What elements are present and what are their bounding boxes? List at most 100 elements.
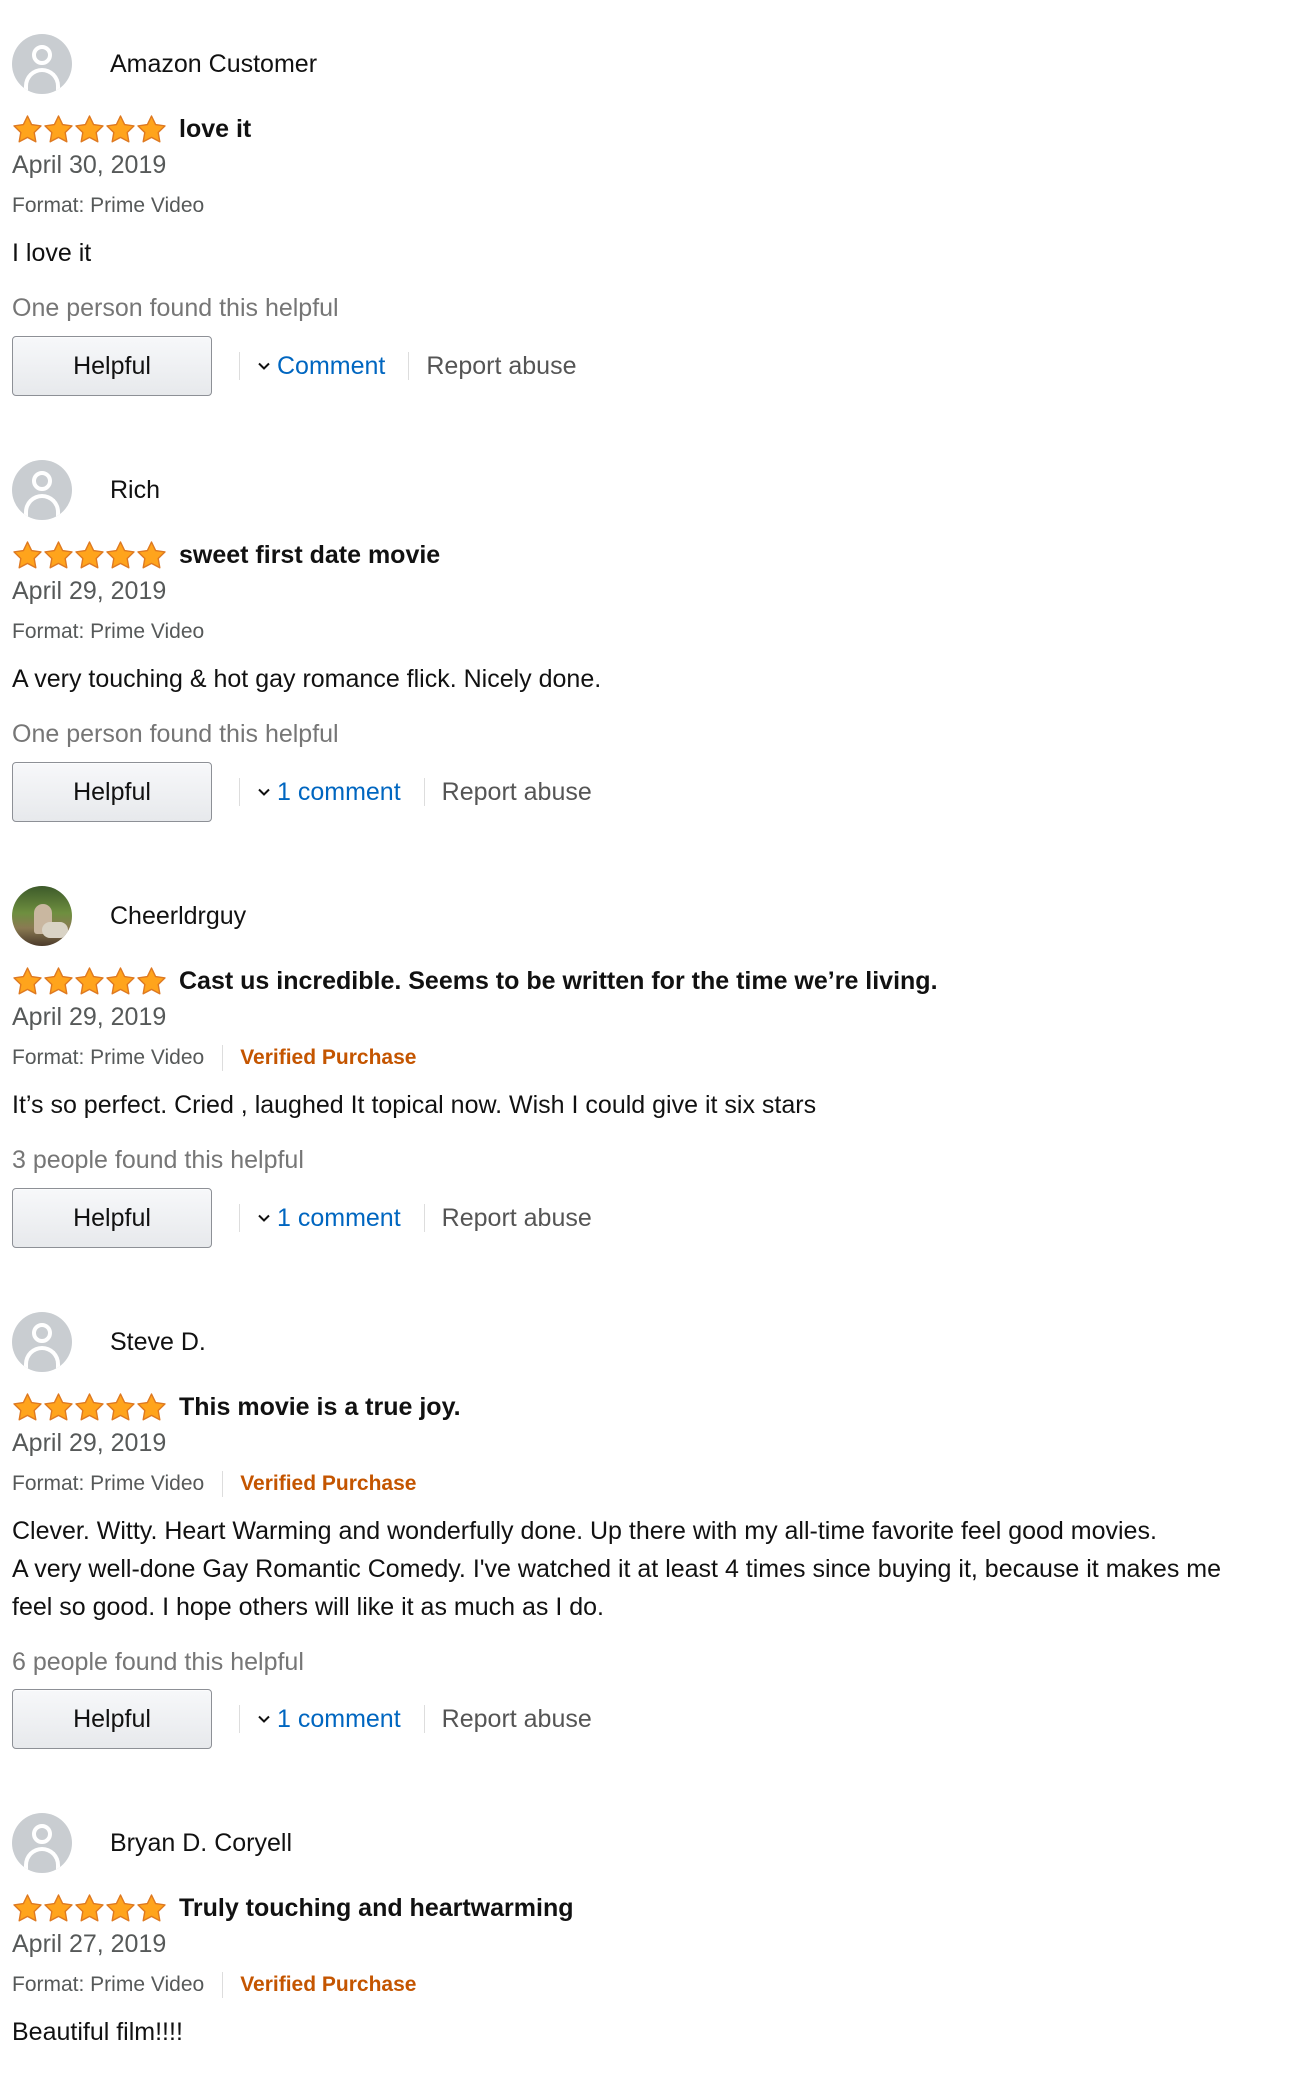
divider	[239, 1705, 240, 1733]
reviewer-profile[interactable]: Rich	[12, 460, 160, 520]
review-item: Amazon Customer love it April 30, 2019 F…	[12, 0, 1302, 426]
star-icon	[44, 967, 73, 995]
star-rating[interactable]	[12, 114, 167, 144]
reviewer-profile[interactable]: Amazon Customer	[12, 34, 317, 94]
helpful-button[interactable]: Helpful	[12, 1689, 212, 1749]
star-icon	[44, 1894, 73, 1922]
reviewer-profile[interactable]: Bryan D. Coryell	[12, 1813, 292, 1873]
format-label[interactable]: Format: Prime Video	[12, 194, 204, 218]
star-rating[interactable]	[12, 1893, 167, 1923]
review-body: Clever. Witty. Heart Warming and wonderf…	[12, 1512, 1297, 1626]
review-title-row: Truly touching and heartwarming	[12, 1893, 573, 1923]
star-icon	[13, 541, 42, 569]
reviewer-name[interactable]: Rich	[110, 476, 160, 505]
review-date: April 29, 2019	[12, 1003, 167, 1031]
helpful-count: One person found this helpful	[12, 720, 339, 748]
report-abuse-link[interactable]: Report abuse	[442, 1705, 592, 1734]
review-title[interactable]: This movie is a true joy.	[179, 1393, 461, 1422]
user-silhouette-icon	[32, 1824, 52, 1844]
reviewer-profile[interactable]: Steve D.	[12, 1312, 206, 1372]
chevron-down-icon	[258, 1214, 270, 1222]
star-icon	[106, 1393, 135, 1421]
format-label[interactable]: Format: Prime Video	[12, 1973, 204, 1997]
star-icon	[106, 1894, 135, 1922]
comment-link[interactable]: 1 comment	[257, 1705, 401, 1734]
avatar-photo	[12, 886, 72, 946]
divider	[423, 778, 425, 806]
review-actions: Helpful 1 comment Report abuse	[12, 761, 592, 823]
review-body-line: feel so good. I hope others will like it…	[12, 1593, 604, 1621]
reviewer-name[interactable]: Bryan D. Coryell	[110, 1829, 292, 1858]
comment-link[interactable]: 1 comment	[257, 1204, 401, 1233]
review-date: April 29, 2019	[12, 1429, 167, 1457]
review-title-row: Cast us incredible. Seems to be written …	[12, 966, 938, 996]
comment-label[interactable]: 1 comment	[277, 1204, 401, 1233]
review-date: April 27, 2019	[12, 1930, 167, 1958]
review-title-row: sweet first date movie	[12, 540, 440, 570]
star-icon	[75, 967, 104, 995]
review-date: April 30, 2019	[12, 151, 167, 179]
format-label[interactable]: Format: Prime Video	[12, 1472, 204, 1496]
star-icon	[137, 1894, 166, 1922]
report-abuse-link[interactable]: Report abuse	[442, 778, 592, 807]
report-abuse-link[interactable]: Report abuse	[426, 352, 576, 381]
review-title[interactable]: sweet first date movie	[179, 541, 440, 570]
format-row: Format: Prime Video Verified Purchase	[12, 1044, 416, 1072]
star-icon	[44, 1393, 73, 1421]
star-rating[interactable]	[12, 540, 167, 570]
review-title[interactable]: Truly touching and heartwarming	[179, 1894, 573, 1923]
star-icon	[106, 115, 135, 143]
review-body: A very touching & hot gay romance flick.…	[12, 660, 1297, 698]
user-silhouette-icon	[32, 471, 52, 491]
star-icon	[137, 541, 166, 569]
review-title-row: This movie is a true joy.	[12, 1392, 461, 1422]
chevron-down-icon	[258, 1715, 270, 1723]
divider	[239, 352, 240, 380]
star-icon	[106, 541, 135, 569]
helpful-button[interactable]: Helpful	[12, 762, 212, 822]
reviewer-name[interactable]: Amazon Customer	[110, 50, 317, 79]
avatar	[12, 34, 72, 94]
star-icon	[75, 1894, 104, 1922]
star-icon	[13, 115, 42, 143]
reviewer-profile[interactable]: Cheerldrguy	[12, 886, 246, 946]
divider	[239, 778, 240, 806]
star-icon	[13, 1393, 42, 1421]
review-date: April 29, 2019	[12, 577, 167, 605]
star-icon	[44, 541, 73, 569]
comment-link[interactable]: 1 comment	[257, 778, 401, 807]
review-body-line: A very touching & hot gay romance flick.…	[12, 665, 602, 693]
reviewer-name[interactable]: Cheerldrguy	[110, 902, 246, 931]
review-item: Bryan D. Coryell Truly touching and hear…	[12, 1779, 1302, 2080]
verified-purchase-badge: Verified Purchase	[240, 1472, 417, 1495]
format-label[interactable]: Format: Prime Video	[12, 620, 204, 644]
comment-label[interactable]: 1 comment	[277, 1705, 401, 1734]
format-row: Format: Prime Video	[12, 192, 204, 220]
format-label[interactable]: Format: Prime Video	[12, 1046, 204, 1070]
review-title[interactable]: Cast us incredible. Seems to be written …	[179, 967, 938, 996]
star-icon	[106, 967, 135, 995]
review-body: Beautiful film!!!!	[12, 2013, 1297, 2051]
helpful-button[interactable]: Helpful	[12, 1188, 212, 1248]
review-body-line: Beautiful film!!!!	[12, 2018, 183, 2046]
comment-label[interactable]: Comment	[277, 352, 385, 381]
review-body-line: A very well-done Gay Romantic Comedy. I'…	[12, 1555, 1222, 1583]
review-body-line: I love it	[12, 239, 92, 267]
reviewer-name[interactable]: Steve D.	[110, 1328, 206, 1357]
review-title[interactable]: love it	[179, 115, 251, 144]
format-row: Format: Prime Video Verified Purchase	[12, 1470, 416, 1498]
report-abuse-link[interactable]: Report abuse	[442, 1204, 592, 1233]
star-rating[interactable]	[12, 966, 167, 996]
star-icon	[75, 541, 104, 569]
chevron-down-icon	[258, 362, 270, 370]
helpful-button[interactable]: Helpful	[12, 336, 212, 396]
star-icon	[137, 115, 166, 143]
review-item: Cheerldrguy Cast us incredible. Seems to…	[12, 852, 1302, 1278]
comment-link[interactable]: Comment	[257, 352, 385, 381]
star-rating[interactable]	[12, 1392, 167, 1422]
user-silhouette-icon	[32, 1323, 52, 1343]
helpful-count: One person found this helpful	[12, 294, 339, 322]
review-body-line: It’s so perfect. Cried , laughed It topi…	[12, 1091, 817, 1119]
user-silhouette-icon	[32, 45, 52, 65]
comment-label[interactable]: 1 comment	[277, 778, 401, 807]
